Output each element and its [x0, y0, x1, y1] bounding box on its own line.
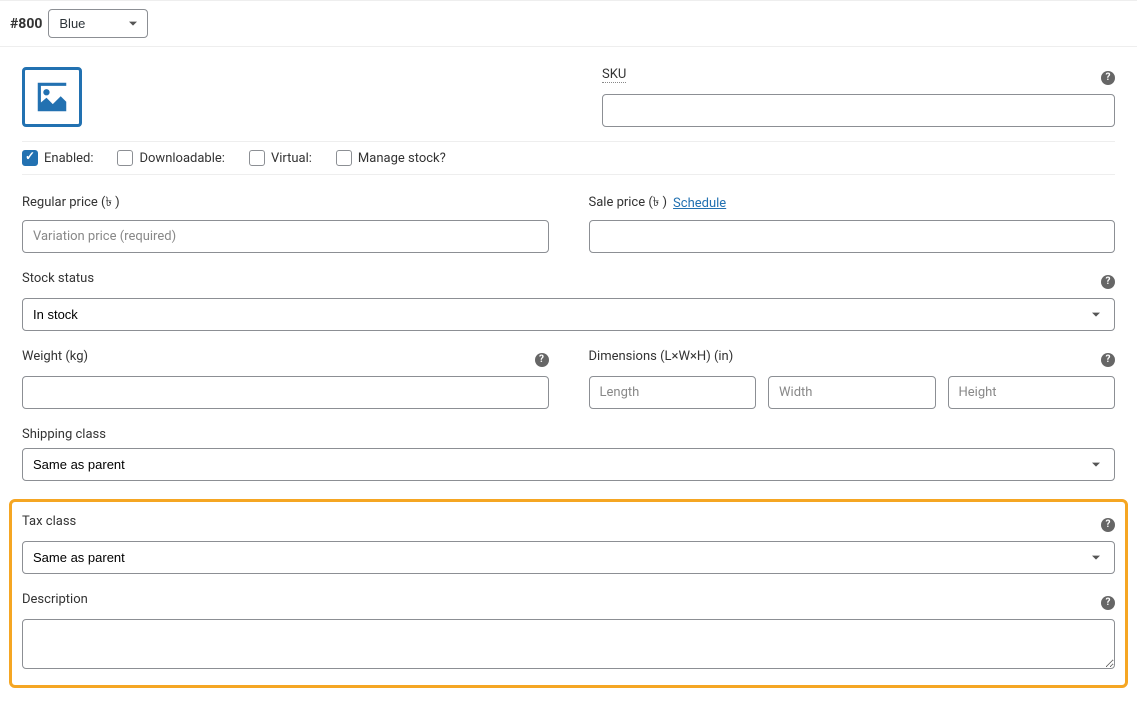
help-icon[interactable]: ?	[1101, 596, 1115, 610]
schedule-link[interactable]: Schedule	[673, 196, 726, 211]
regular-price-input[interactable]	[22, 220, 549, 253]
image-icon	[33, 78, 71, 116]
description-label: Description	[22, 592, 88, 607]
tax-class-select[interactable]: Same as parent	[22, 541, 1115, 574]
length-input[interactable]	[589, 376, 757, 409]
weight-label: Weight (kg)	[22, 349, 88, 364]
shipping-class-label: Shipping class	[22, 427, 1115, 442]
stock-status-label: Stock status	[22, 271, 94, 286]
dimensions-label: Dimensions (L×W×H) (in)	[589, 349, 734, 364]
description-textarea[interactable]	[22, 619, 1115, 669]
sku-label: SKU	[602, 67, 626, 82]
width-input[interactable]	[768, 376, 936, 409]
regular-price-label: Regular price (৳ )	[22, 193, 549, 214]
help-icon[interactable]: ?	[1101, 71, 1115, 85]
help-icon[interactable]: ?	[535, 353, 549, 367]
enabled-label: Enabled:	[44, 151, 93, 166]
virtual-checkbox[interactable]	[249, 150, 265, 166]
downloadable-label: Downloadable:	[139, 151, 224, 166]
sale-price-input[interactable]	[589, 220, 1116, 253]
help-icon[interactable]: ?	[1101, 353, 1115, 367]
weight-input[interactable]	[22, 376, 549, 409]
tax-class-label: Tax class	[22, 514, 76, 529]
manage-stock-checkbox[interactable]	[336, 150, 352, 166]
checkbox-row: Enabled: Downloadable: Virtual: Manage s…	[22, 141, 1115, 175]
highlight-box: Tax class ? Same as parent Description ?	[9, 499, 1128, 688]
manage-stock-label: Manage stock?	[358, 151, 446, 166]
shipping-class-select[interactable]: Same as parent	[22, 448, 1115, 481]
variation-content: SKU ? Enabled: Downloadable: Virtual: Ma…	[0, 47, 1137, 688]
variation-header: #800 Blue	[0, 0, 1137, 47]
virtual-label: Virtual:	[271, 151, 312, 166]
attribute-select[interactable]: Blue	[48, 9, 148, 38]
sale-price-label: Sale price (৳ )	[589, 193, 668, 214]
variation-id: #800	[10, 16, 42, 32]
help-icon[interactable]: ?	[1101, 275, 1115, 289]
height-input[interactable]	[948, 376, 1116, 409]
downloadable-checkbox[interactable]	[117, 150, 133, 166]
variation-image-placeholder[interactable]	[22, 67, 82, 127]
virtual-checkbox-item[interactable]: Virtual:	[249, 150, 312, 166]
manage-stock-checkbox-item[interactable]: Manage stock?	[336, 150, 446, 166]
help-icon[interactable]: ?	[1101, 518, 1115, 532]
sku-input[interactable]	[602, 94, 1115, 127]
enabled-checkbox[interactable]	[22, 150, 38, 166]
downloadable-checkbox-item[interactable]: Downloadable:	[117, 150, 224, 166]
stock-status-select[interactable]: In stock	[22, 298, 1115, 331]
enabled-checkbox-item[interactable]: Enabled:	[22, 150, 93, 166]
